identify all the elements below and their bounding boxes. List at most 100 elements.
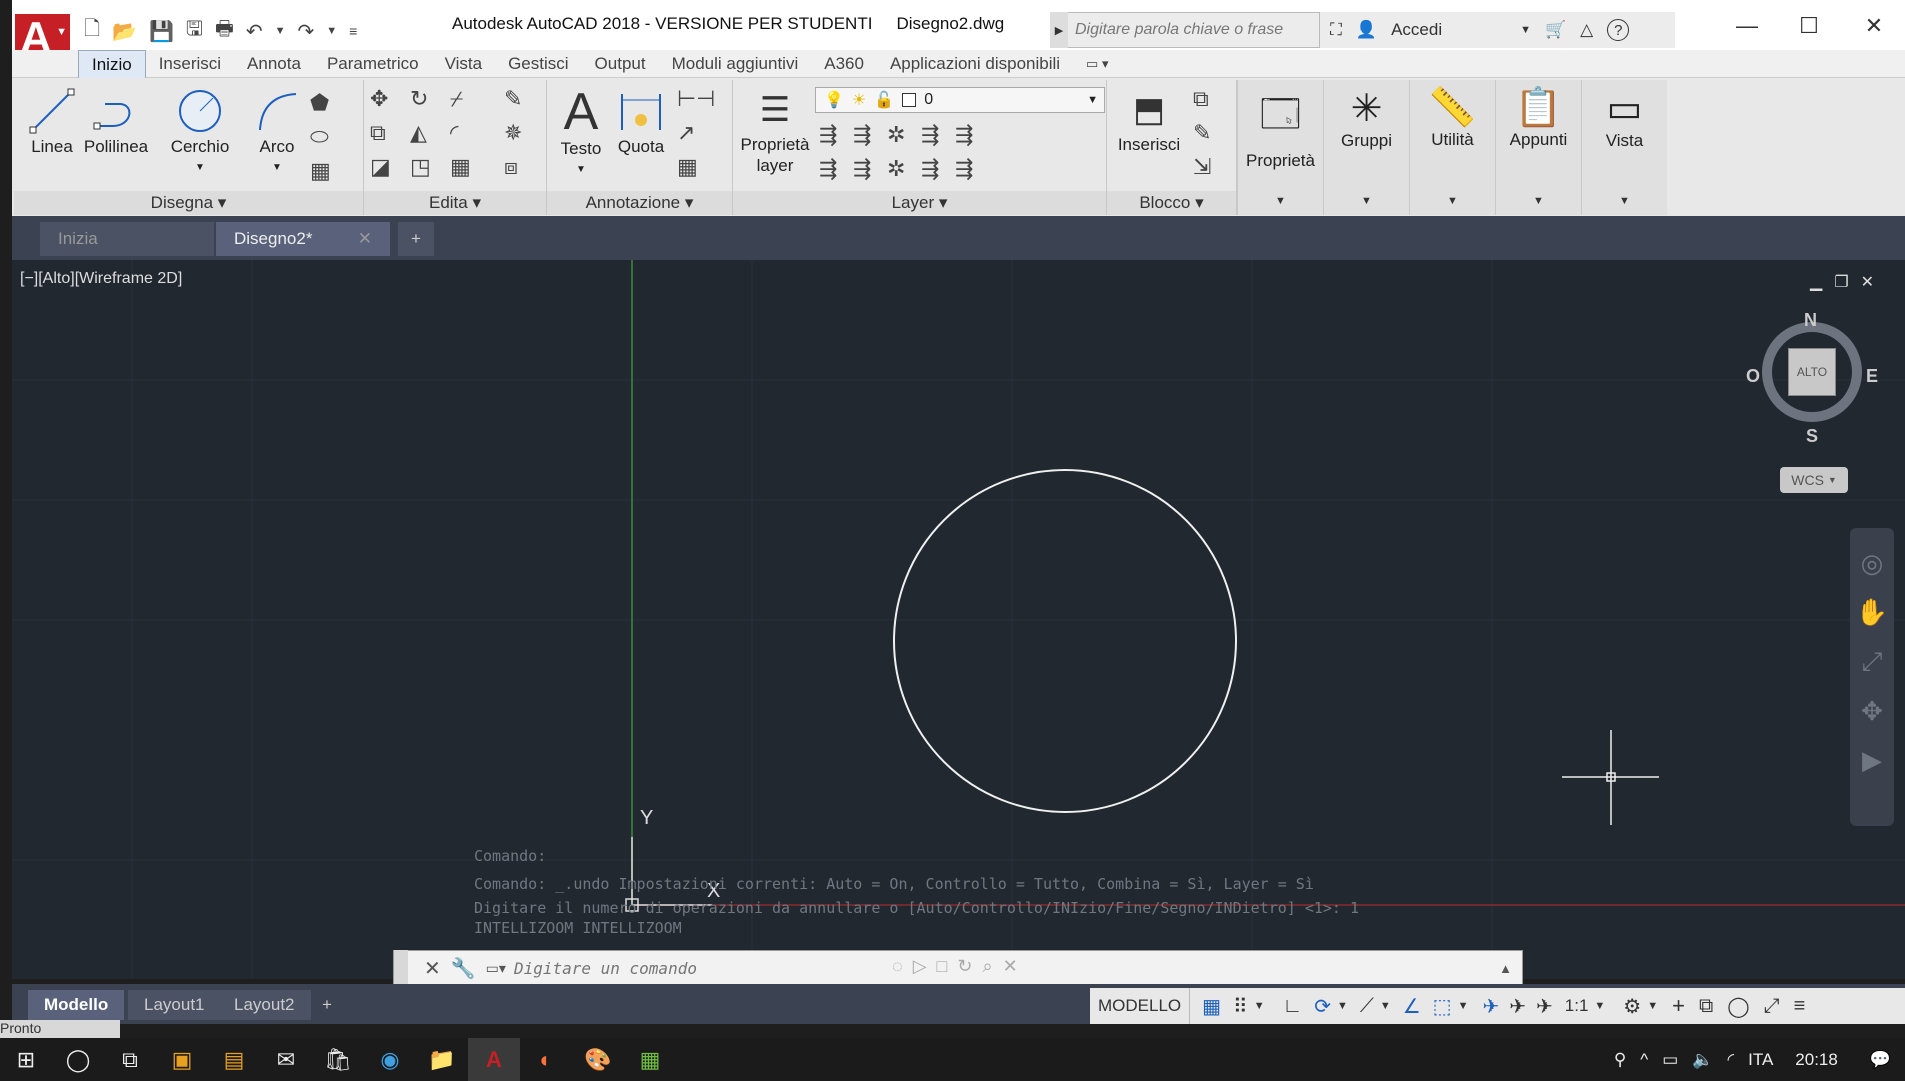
layer-merge-icon[interactable]: ⇶ <box>955 156 973 182</box>
move-icon[interactable]: ✥ <box>370 86 388 112</box>
annotation-monitor-icon[interactable]: + <box>1672 993 1685 1019</box>
paint-icon[interactable]: 🎨 <box>572 1038 624 1081</box>
layer-previous-icon[interactable]: ⇶ <box>853 122 871 148</box>
annotation-scale-icon[interactable]: ✈ <box>1536 994 1553 1019</box>
panel-appunti[interactable]: 📋 Appunti ▼ <box>1495 80 1581 215</box>
panel-title-annotazione[interactable]: Annotazione ▾ <box>547 191 732 215</box>
wifi-icon[interactable]: ◜ <box>1728 1050 1735 1070</box>
file-explorer-icon[interactable]: 📁 <box>416 1038 468 1081</box>
tab-layout1[interactable]: Layout1 <box>128 990 221 1020</box>
firefox-icon[interactable]: ◐ <box>520 1038 572 1081</box>
cortana-search-icon[interactable]: ◯ <box>52 1038 104 1081</box>
search-input[interactable]: Digitare parola chiave o frase <box>1050 12 1320 48</box>
undo-icon[interactable]: ↶ <box>246 19 263 44</box>
layer-properties-tool[interactable]: ☰ Proprietà layer <box>737 86 813 176</box>
workspace-gear-icon[interactable]: ⚙ <box>1623 994 1641 1019</box>
media-player-icon[interactable]: ▣ <box>156 1038 208 1081</box>
battery-icon[interactable]: ▭ <box>1662 1050 1678 1070</box>
orbit-icon[interactable]: ✥ <box>1861 696 1883 727</box>
layer-lock-icon[interactable]: ⇶ <box>921 156 939 182</box>
model-space-button[interactable]: MODELLO <box>1090 988 1191 1024</box>
restore-viewport-icon[interactable]: ❐ <box>1834 272 1848 292</box>
new-tab-button[interactable]: + <box>398 222 434 256</box>
circle-entity[interactable] <box>893 469 1237 813</box>
circle-tool[interactable]: Cerchio ▼ <box>160 86 240 178</box>
units-icon[interactable]: ⧉ <box>1699 995 1713 1018</box>
save-as-icon[interactable]: 🖫 <box>186 14 203 48</box>
line-tool[interactable]: Linea <box>22 86 82 157</box>
tab-inserisci[interactable]: Inserisci <box>146 50 234 78</box>
zoom-extents-icon[interactable]: ⤢ <box>1862 646 1883 678</box>
command-history-expand-icon[interactable]: ▲ <box>1499 961 1512 976</box>
ribbon-options-icon[interactable]: ▭ ▾ <box>1073 50 1121 78</box>
tab-gestisci[interactable]: Gestisci <box>495 50 581 78</box>
new-file-icon[interactable]: 🗋 <box>84 14 100 48</box>
table-icon[interactable]: ▦ <box>677 154 698 180</box>
show-hidden-icons-icon[interactable]: ^ <box>1640 1050 1648 1070</box>
calculator-icon[interactable]: ▦ <box>624 1038 676 1081</box>
layer-unisolate-icon[interactable]: ⇶ <box>921 122 939 148</box>
grid-icon[interactable]: ▦ <box>1202 994 1221 1019</box>
fullscreen-icon[interactable]: ⤢ <box>1764 995 1780 1018</box>
annotation-scale-value[interactable]: 1:1 <box>1565 996 1589 1016</box>
viewcube-top-face[interactable]: ALTO <box>1788 348 1836 396</box>
start-button-icon[interactable]: ⊞ <box>0 1038 52 1081</box>
chevron-down-icon[interactable]: ▼ <box>1337 1000 1348 1012</box>
hatch-icon[interactable]: ▦ <box>310 158 331 184</box>
array-icon[interactable]: ▦ <box>450 154 471 180</box>
scale-icon[interactable]: ◳ <box>410 154 431 180</box>
steering-wheel-icon[interactable]: ◎ <box>1861 548 1884 579</box>
notifications-icon[interactable]: 💬 <box>1870 1050 1891 1070</box>
auto-scale-icon[interactable]: ✈ <box>1509 994 1526 1019</box>
tab-moduli-aggiuntivi[interactable]: Moduli aggiuntivi <box>659 50 812 78</box>
linear-dimension-icon[interactable]: ⊢⊣ <box>677 86 715 112</box>
volume-icon[interactable]: 🔈 <box>1692 1050 1713 1070</box>
layer-freeze-icon[interactable]: ✲ <box>887 156 905 182</box>
trim-icon[interactable]: ⌿ <box>450 86 463 112</box>
maximize-button[interactable]: ☐ <box>1780 10 1838 42</box>
undo-dropdown-icon[interactable]: ▼ <box>275 25 286 37</box>
compass-east[interactable]: E <box>1866 366 1878 387</box>
text-tool[interactable]: A Testo ▼ <box>551 86 611 180</box>
close-button[interactable]: ✕ <box>1845 10 1903 42</box>
leader-icon[interactable]: ↗ <box>677 120 695 146</box>
edge-browser-icon[interactable]: ◉ <box>364 1038 416 1081</box>
insert-block-tool[interactable]: ⬒ Inserisci <box>1111 86 1187 155</box>
close-tab-icon[interactable]: ✕ <box>358 229 372 249</box>
help-icon[interactable]: ? <box>1607 19 1630 41</box>
panel-title-edita[interactable]: Edita ▾ <box>364 191 546 215</box>
ellipse-icon[interactable]: ⬭ <box>310 124 329 150</box>
erase-icon[interactable]: ✎ <box>504 86 522 112</box>
panel-utilita[interactable]: 📏 Utilità ▼ <box>1409 80 1495 215</box>
layer-match-icon[interactable]: ⇶ <box>819 122 837 148</box>
polygon-icon[interactable]: ⬟ <box>310 90 329 116</box>
isodraft-icon[interactable]: ⟋ <box>1360 995 1374 1018</box>
chevron-down-icon[interactable]: ▼ <box>1647 1000 1658 1012</box>
autodesk-exchange-icon[interactable]: △ <box>1580 20 1593 40</box>
command-line-grip[interactable] <box>394 950 408 986</box>
panel-title-disegna[interactable]: Disegna ▾ <box>14 191 363 215</box>
showmotion-icon[interactable]: ▶ <box>1862 745 1882 776</box>
tab-inizia[interactable]: Inizia <box>40 222 214 256</box>
chevron-down-icon[interactable]: ▼ <box>1380 1000 1391 1012</box>
new-layout-button[interactable]: + <box>312 990 342 1020</box>
customization-icon[interactable]: ≡ <box>1794 995 1806 1018</box>
tab-disegno2[interactable]: Disegno2* ✕ <box>216 222 390 256</box>
recent-commands-icon[interactable]: ▭▾ <box>486 960 506 977</box>
panel-title-blocco[interactable]: Blocco ▾ <box>1107 191 1236 215</box>
store-icon[interactable]: 🛍 <box>312 1038 364 1081</box>
polar-tracking-icon[interactable]: ⟳ <box>1314 994 1331 1019</box>
compass-south[interactable]: S <box>1806 426 1818 447</box>
language-indicator[interactable]: ITA <box>1748 1050 1773 1070</box>
pan-icon[interactable]: ✋ <box>1856 597 1888 628</box>
snap-icon[interactable]: ⠿ <box>1233 994 1248 1019</box>
customize-toolbar-icon[interactable]: ≡ <box>349 23 357 39</box>
panel-gruppi[interactable]: ✳ Gruppi ▼ <box>1323 80 1409 215</box>
annotation-visibility-icon[interactable]: ✈ <box>1482 994 1499 1019</box>
compass-west[interactable]: O <box>1746 366 1760 387</box>
arc-tool[interactable]: Arco ▼ <box>242 86 312 178</box>
task-view-icon[interactable]: ⧉ <box>104 1038 156 1081</box>
offset-icon[interactable]: ⧈ <box>504 154 518 180</box>
dimension-tool[interactable]: Quota <box>611 86 671 157</box>
create-block-icon[interactable]: ⧉ <box>1193 86 1209 112</box>
